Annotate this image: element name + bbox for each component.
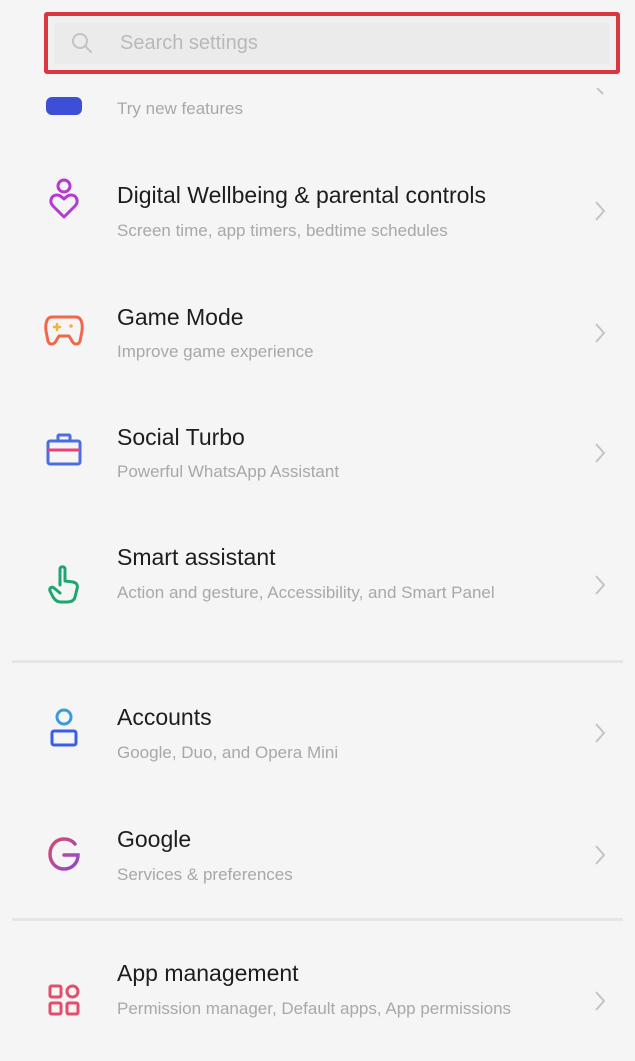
search-input[interactable] — [118, 21, 610, 65]
section-divider — [12, 660, 623, 663]
chevron-right-icon — [588, 196, 612, 226]
gamepad-icon — [44, 310, 84, 350]
wellbeing-icon — [44, 178, 84, 220]
google-icon — [44, 834, 84, 874]
settings-item-subtitle: Improve game experience — [117, 342, 314, 361]
settings-item-digital-wellbeing[interactable]: Digital Wellbeing & parental controls Sc… — [0, 160, 635, 270]
settings-item-smart-assistant[interactable]: Smart assistant Action and gesture, Acce… — [0, 522, 635, 650]
chevron-right-icon — [588, 318, 612, 348]
search-bar[interactable] — [54, 21, 610, 65]
settings-item-subtitle: Try new features — [117, 99, 243, 118]
settings-item-subtitle: Permission manager, Default apps, App pe… — [117, 999, 512, 1018]
settings-item-title: Game Mode — [117, 304, 244, 330]
settings-item-subtitle: Services & preferences — [117, 865, 293, 884]
settings-item-app-management[interactable]: App management Permission manager, Defau… — [0, 940, 635, 1058]
settings-item-google[interactable]: Google Services & preferences — [0, 806, 635, 916]
chevron-right-icon — [588, 718, 612, 748]
settings-item-title: Social Turbo — [117, 424, 245, 450]
settings-item-subtitle: Action and gesture, Accessibility, and S… — [117, 583, 495, 602]
section-divider — [12, 918, 623, 921]
search-icon — [62, 23, 102, 63]
settings-item-subtitle: Screen time, app timers, bedtime schedul… — [117, 221, 448, 240]
settings-item-social-turbo[interactable]: Social Turbo Powerful WhatsApp Assistant — [0, 402, 635, 512]
settings-item-subtitle: Powerful WhatsApp Assistant — [117, 462, 340, 481]
chevron-right-icon — [588, 80, 612, 110]
app-grid-icon — [44, 980, 84, 1020]
chevron-right-icon — [588, 438, 612, 468]
settings-item-labs[interactable]: Try new features — [0, 78, 635, 148]
settings-item-title: Smart assistant — [117, 544, 276, 570]
settings-item-title: Accounts — [117, 704, 212, 730]
settings-item-game-mode[interactable]: Game Mode Improve game experience — [0, 282, 635, 392]
chevron-right-icon — [588, 840, 612, 870]
settings-item-accounts[interactable]: Accounts Google, Duo, and Opera Mini — [0, 684, 635, 794]
settings-item-title: App management — [117, 960, 299, 986]
search-highlight — [44, 12, 620, 74]
settings-item-title: Digital Wellbeing & parental controls — [117, 182, 487, 208]
account-icon — [44, 708, 84, 748]
settings-item-title: Google — [117, 826, 192, 852]
labs-icon — [44, 82, 84, 122]
briefcase-icon — [44, 430, 84, 470]
hand-pointer-icon — [44, 564, 84, 604]
chevron-right-icon — [588, 570, 612, 600]
settings-item-subtitle: Google, Duo, and Opera Mini — [117, 743, 339, 762]
chevron-right-icon — [588, 986, 612, 1016]
